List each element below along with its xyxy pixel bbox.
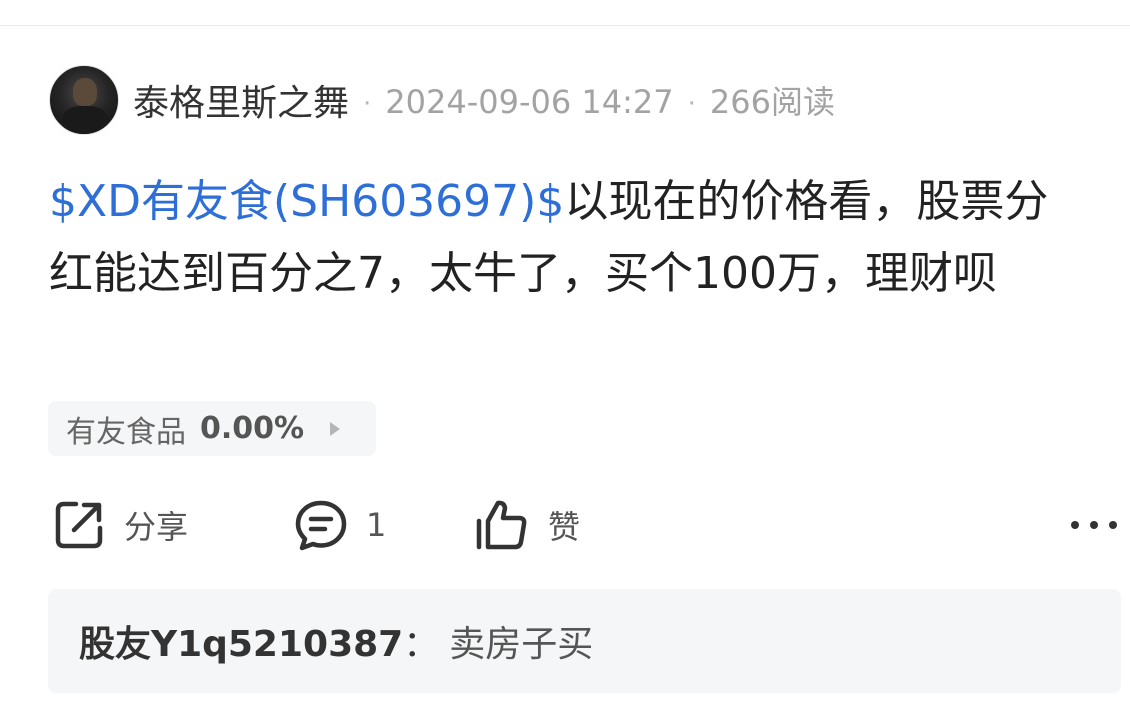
read-count: 266阅读 xyxy=(709,83,835,121)
meta-dot: · xyxy=(687,89,696,119)
like-button[interactable]: 赞 xyxy=(474,495,580,555)
commenter-name[interactable]: 股友Y1q5210387 xyxy=(79,615,403,667)
comment-text: 卖房子买 xyxy=(449,624,594,665)
more-button[interactable] xyxy=(1071,513,1117,537)
like-label: 赞 xyxy=(548,508,581,546)
avatar[interactable] xyxy=(49,65,119,135)
author-name[interactable]: 泰格里斯之舞 xyxy=(133,74,349,126)
post-body: $XD有友食(SH603697)$以现在的价格看，股票分红能达到百分之7，太牛了… xyxy=(49,166,1089,310)
comment-count: 1 xyxy=(366,506,387,544)
share-icon xyxy=(55,501,103,549)
stock-chip[interactable]: 有友食品 0.00% xyxy=(48,401,376,456)
stock-chip-name: 有友食品 xyxy=(66,414,186,450)
post-meta: · 2024-09-06 14:27 · 266阅读 xyxy=(349,77,835,123)
more-horizontal-icon xyxy=(1071,521,1079,529)
comment-separator: ： xyxy=(403,624,440,665)
post-date: 2024-09-06 14:27 xyxy=(385,83,674,121)
thumbs-up-icon xyxy=(476,500,527,550)
top-divider xyxy=(0,25,1130,26)
share-button[interactable]: 分享 xyxy=(52,495,188,555)
action-bar: 分享 1 赞 xyxy=(52,495,1117,555)
stock-link[interactable]: $XD有友食(SH603697)$ xyxy=(49,176,564,227)
avatar-body xyxy=(62,106,108,134)
comment-preview[interactable]: 股友Y1q5210387：卖房子买 xyxy=(48,589,1121,693)
stock-chip-change: 0.00% xyxy=(200,411,305,446)
post-header: 泰格里斯之舞 · 2024-09-06 14:27 · 266阅读 xyxy=(49,65,835,135)
meta-dot: · xyxy=(363,89,372,119)
share-label: 分享 xyxy=(124,508,189,546)
avatar-face xyxy=(73,78,97,106)
more-horizontal-icon xyxy=(1109,521,1117,529)
chevron-right-icon xyxy=(330,421,341,436)
comment-button[interactable]: 1 xyxy=(294,495,386,555)
comment-icon xyxy=(295,500,347,551)
more-horizontal-icon xyxy=(1090,521,1098,529)
